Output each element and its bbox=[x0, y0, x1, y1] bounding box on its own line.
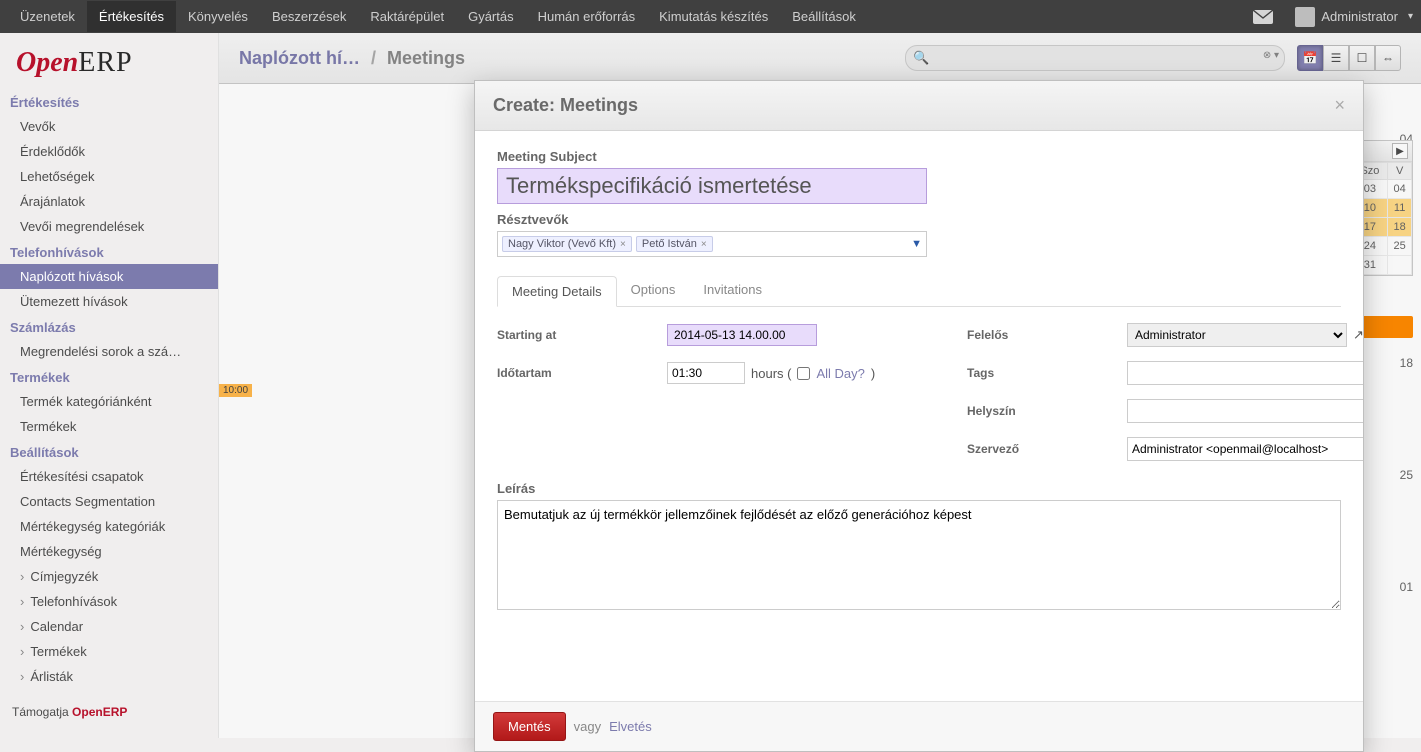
location-input[interactable] bbox=[1127, 399, 1363, 423]
side-quotations[interactable]: Árajánlatok bbox=[0, 189, 218, 214]
topmenu-1[interactable]: Értékesítés bbox=[87, 1, 176, 32]
topmenu-8[interactable]: Beállítások bbox=[780, 1, 868, 32]
side-customers[interactable]: Vevők bbox=[0, 114, 218, 139]
allday-label[interactable]: All Day? bbox=[816, 366, 864, 381]
side-opportunities[interactable]: Lehetőségek bbox=[0, 164, 218, 189]
allday-checkbox[interactable] bbox=[797, 367, 810, 380]
side-caret-4[interactable]: Árlisták bbox=[0, 664, 218, 689]
modal-body: Meeting Subject Résztvevők Nagy Viktor (… bbox=[475, 131, 1363, 701]
side-segmentation[interactable]: Contacts Segmentation bbox=[0, 489, 218, 514]
modal-header: Create: Meetings × bbox=[475, 81, 1363, 131]
footer-brand-link[interactable]: OpenERP bbox=[72, 705, 127, 719]
tags-label: Tags bbox=[967, 366, 1107, 380]
chevron-down-icon[interactable]: ▼ bbox=[911, 238, 922, 250]
location-label: Helyszín bbox=[967, 404, 1107, 418]
topmenu-5[interactable]: Gyártás bbox=[456, 1, 526, 32]
sidegroup-invoicing: Számlázás bbox=[0, 314, 218, 339]
user-menu[interactable]: Administrator ▾ bbox=[1295, 7, 1413, 27]
duration-label: Időtartam bbox=[497, 366, 647, 380]
tab-options[interactable]: Options bbox=[617, 275, 690, 306]
topmenu-0[interactable]: Üzenetek bbox=[8, 1, 87, 32]
owner-select[interactable]: Administrator bbox=[1127, 323, 1347, 347]
side-uom[interactable]: Mértékegység bbox=[0, 539, 218, 564]
side-prod-by-cat[interactable]: Termék kategóriánként bbox=[0, 389, 218, 414]
sidegroup-settings: Beállítások bbox=[0, 439, 218, 464]
chevron-down-icon[interactable]: ▼ bbox=[1361, 366, 1363, 378]
description-textarea[interactable] bbox=[497, 500, 1341, 610]
close-icon[interactable]: × bbox=[1334, 95, 1345, 116]
remove-tag-icon[interactable]: × bbox=[620, 239, 626, 250]
attendees-label: Résztvevők bbox=[497, 212, 1341, 227]
organizer-input[interactable] bbox=[1127, 437, 1363, 461]
create-meeting-modal: Create: Meetings × Meeting Subject Részt… bbox=[474, 80, 1364, 752]
attendees-input[interactable]: Nagy Viktor (Vevő Kft)× Pető István× ▼ bbox=[497, 231, 927, 257]
side-orderlines-inv[interactable]: Megrendelési sorok a szá… bbox=[0, 339, 218, 364]
duration-input[interactable] bbox=[667, 362, 745, 384]
avatar-icon bbox=[1295, 7, 1315, 27]
discard-link[interactable]: Elvetés bbox=[609, 719, 652, 734]
sidegroup-calls: Telefonhívások bbox=[0, 239, 218, 264]
side-caret-3[interactable]: Termékek bbox=[0, 639, 218, 664]
modal-title: Create: Meetings bbox=[493, 95, 638, 116]
subject-label: Meeting Subject bbox=[497, 149, 1341, 164]
side-caret-1[interactable]: Telefonhívások bbox=[0, 589, 218, 614]
topmenu-6[interactable]: Humán erőforrás bbox=[526, 1, 648, 32]
starting-label: Starting at bbox=[497, 328, 647, 342]
side-leads[interactable]: Érdeklődők bbox=[0, 139, 218, 164]
topmenu-7[interactable]: Kimutatás készítés bbox=[647, 1, 780, 32]
attendee-tag[interactable]: Nagy Viktor (Vevő Kft)× bbox=[502, 236, 632, 252]
tab-details[interactable]: Meeting Details bbox=[497, 276, 617, 307]
tags-input[interactable]: ▼ bbox=[1127, 361, 1363, 385]
side-footer: Támogatja OpenERP bbox=[0, 697, 218, 727]
side-caret-2[interactable]: Calendar bbox=[0, 614, 218, 639]
desc-label: Leírás bbox=[497, 481, 1341, 496]
starting-input[interactable] bbox=[667, 324, 817, 346]
topmenu-2[interactable]: Könyvelés bbox=[176, 1, 260, 32]
side-scheduled-calls[interactable]: Ütemezett hívások bbox=[0, 289, 218, 314]
sidebar: OpenERP Értékesítés Vevők Érdeklődők Leh… bbox=[0, 33, 219, 738]
sidegroup-products: Termékek bbox=[0, 364, 218, 389]
side-logged-calls[interactable]: Naplózott hívások bbox=[0, 264, 218, 289]
owner-label: Felelős bbox=[967, 328, 1107, 342]
organizer-label: Szervező bbox=[967, 442, 1107, 456]
side-caret-0[interactable]: Címjegyzék bbox=[0, 564, 218, 589]
save-button[interactable]: Mentés bbox=[493, 712, 566, 741]
chevron-down-icon: ▾ bbox=[1408, 11, 1413, 22]
sidegroup-sales: Értékesítés bbox=[0, 89, 218, 114]
user-name: Administrator bbox=[1321, 9, 1398, 24]
content: Naplózott hí… / Meetings 🔍 ⊗ ▾ 📅 ☰ ☐ ⇔ 1… bbox=[219, 33, 1421, 738]
mail-icon[interactable] bbox=[1253, 10, 1273, 24]
topmenu-4[interactable]: Raktárépület bbox=[358, 1, 456, 32]
tab-invitations[interactable]: Invitations bbox=[689, 275, 776, 306]
side-uom-categories[interactable]: Mértékegység kategóriák bbox=[0, 514, 218, 539]
remove-tag-icon[interactable]: × bbox=[701, 239, 707, 250]
side-salesteams[interactable]: Értékesítési csapatok bbox=[0, 464, 218, 489]
side-products[interactable]: Termékek bbox=[0, 414, 218, 439]
attendee-tag[interactable]: Pető István× bbox=[636, 236, 713, 252]
modal-footer: Mentés vagy Elvetés bbox=[475, 701, 1363, 751]
topmenu-3[interactable]: Beszerzések bbox=[260, 1, 358, 32]
logo[interactable]: OpenERP bbox=[0, 41, 218, 89]
side-orders[interactable]: Vevői megrendelések bbox=[0, 214, 218, 239]
external-link-icon[interactable]: ↗ bbox=[1353, 327, 1363, 343]
subject-input[interactable] bbox=[497, 168, 927, 204]
form-tabs: Meeting Details Options Invitations bbox=[497, 275, 1341, 307]
topbar: Üzenetek Értékesítés Könyvelés Beszerzés… bbox=[0, 0, 1421, 33]
